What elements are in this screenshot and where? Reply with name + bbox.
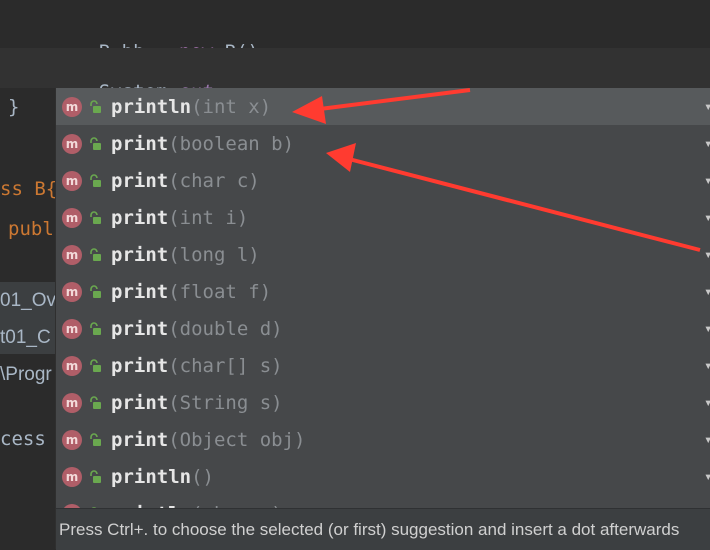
annotation-arrows <box>292 88 701 252</box>
arrow-to-print-boolean <box>326 143 701 252</box>
arrow-to-println <box>292 88 471 124</box>
